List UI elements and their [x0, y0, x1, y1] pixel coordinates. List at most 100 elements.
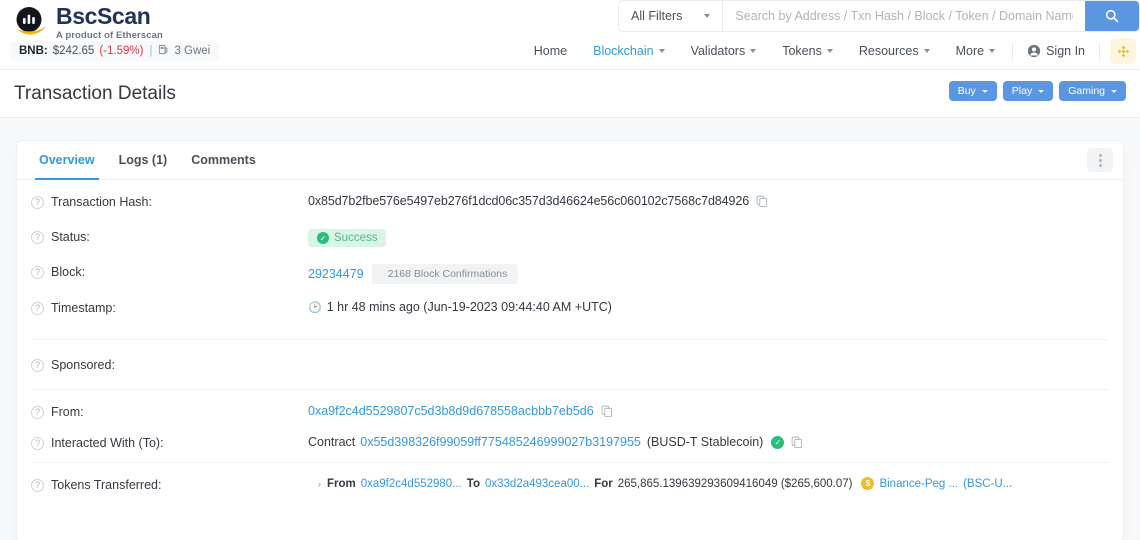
from-address-link[interactable]: 0xa9f2c4d5529807c5d3b8d9d678558acbbb7eb5… — [308, 404, 594, 418]
block-number-link[interactable]: 29234479 — [308, 267, 364, 281]
copy-icon[interactable] — [791, 436, 803, 448]
expand-arrow-icon[interactable]: › — [318, 479, 321, 489]
chevron-down-icon — [924, 49, 930, 53]
nav-item-blockchain[interactable]: Blockchain — [580, 38, 677, 64]
label-from: ? From: — [31, 404, 308, 419]
page-title: Transaction Details — [14, 83, 176, 105]
tab-overview[interactable]: Overview — [27, 141, 107, 179]
label-status: ? Status: — [31, 229, 308, 244]
search-input[interactable] — [723, 1, 1085, 31]
help-icon[interactable]: ? — [31, 437, 44, 450]
gaming-label: Gaming — [1068, 85, 1105, 97]
title-action-buttons: Buy Play Gaming — [949, 81, 1126, 101]
help-icon[interactable]: ? — [31, 479, 44, 492]
value-timestamp: 🕑 1 hr 48 mins ago (Jun-19-2023 09:44:40… — [308, 300, 612, 314]
label-text: Timestamp: — [51, 301, 116, 315]
sign-in-label: Sign In — [1046, 44, 1085, 58]
label-text: Status: — [51, 230, 90, 244]
nav-item-home[interactable]: Home — [521, 38, 580, 64]
label-text: From: — [51, 405, 84, 419]
play-button[interactable]: Play — [1003, 81, 1053, 101]
chevron-down-icon — [659, 49, 665, 53]
top-header: BscScan A product of Etherscan BNB: $242… — [0, 0, 1140, 70]
nav-item-tokens[interactable]: Tokens — [769, 38, 846, 64]
sign-in-button[interactable]: Sign In — [1017, 38, 1095, 64]
value-status: ✓ Success — [308, 229, 386, 247]
copy-icon[interactable] — [601, 405, 613, 417]
token-to-address-link[interactable]: 0x33d2a493cea00... — [485, 478, 589, 490]
token-transfer-line: › From 0xa9f2c4d552980... To 0x33d2a493c… — [318, 477, 1012, 490]
chevron-down-icon — [827, 49, 833, 53]
verified-check-icon: ✓ — [771, 436, 784, 449]
kebab-menu-icon[interactable] — [1087, 148, 1113, 172]
label-text: Interacted With (To): — [51, 436, 164, 450]
search-icon — [1105, 9, 1119, 23]
network-switcher-button[interactable] — [1110, 38, 1136, 64]
kebab-dot — [1099, 164, 1102, 167]
label-text: Tokens Transferred: — [51, 478, 161, 492]
row-interacted-with: ? Interacted With (To): Contract 0x55d39… — [31, 427, 1109, 462]
help-icon[interactable]: ? — [31, 266, 44, 279]
label-sponsored: ? Sponsored: — [31, 357, 308, 372]
check-circle-icon: ✓ — [317, 232, 329, 244]
price-value: $242.65 — [53, 45, 95, 57]
help-icon[interactable]: ? — [31, 406, 44, 419]
row-from: ? From: 0xa9f2c4d5529807c5d3b8d9d678558a… — [31, 389, 1109, 427]
gas-icon — [158, 44, 169, 58]
transaction-hash-value: 0x85d7b2fbe576e5497eb276f1dcd06c357d3d46… — [308, 194, 749, 208]
chevron-down-icon — [982, 90, 988, 93]
contract-token-name: (BUSD-T Stablecoin) — [647, 435, 763, 449]
play-label: Play — [1012, 85, 1032, 97]
main-navigation: Home Blockchain Validators Tokens Resour… — [521, 38, 1136, 64]
chevron-down-icon — [1038, 90, 1044, 93]
row-transaction-hash: ? Transaction Hash: 0x85d7b2fbe576e5497e… — [31, 186, 1109, 221]
nav-item-validators[interactable]: Validators — [678, 38, 770, 64]
nav-label: Tokens — [782, 44, 822, 58]
chevron-down-icon — [1111, 90, 1117, 93]
buy-button[interactable]: Buy — [949, 81, 997, 101]
search-filter-dropdown[interactable]: All Filters — [619, 1, 723, 31]
help-icon[interactable]: ? — [31, 302, 44, 315]
search-button[interactable] — [1085, 1, 1139, 31]
value-interacted-with: Contract 0x55d398326f99059ff775485246999… — [308, 435, 803, 449]
row-sponsored: ? Sponsored: — [31, 339, 1109, 389]
label-text: Block: — [51, 265, 85, 279]
brand-name: BscScan — [56, 4, 163, 29]
gaming-button[interactable]: Gaming — [1059, 81, 1126, 101]
bscscan-logo-icon — [14, 6, 48, 40]
contract-address-link[interactable]: 0x55d398326f99059ff775485246999027b31979… — [360, 435, 641, 449]
value-tokens-transferred: › From 0xa9f2c4d552980... To 0x33d2a493c… — [318, 477, 1012, 490]
token-symbol-link[interactable]: (BSC-U... — [963, 478, 1012, 490]
help-icon[interactable]: ? — [31, 231, 44, 244]
brand-logo-link[interactable]: BscScan A product of Etherscan — [14, 4, 163, 41]
tab-label: Comments — [191, 153, 256, 167]
tab-comments[interactable]: Comments — [179, 141, 268, 179]
label-transaction-hash: ? Transaction Hash: — [31, 194, 308, 209]
search-filter-label: All Filters — [631, 9, 682, 23]
copy-icon[interactable] — [756, 195, 768, 207]
gas-price: 3 Gwei — [174, 45, 210, 57]
tab-label: Overview — [39, 153, 95, 167]
nav-label: Resources — [859, 44, 919, 58]
nav-item-more[interactable]: More — [943, 38, 1008, 64]
tab-label: Logs (1) — [119, 153, 168, 167]
status-text: Success — [334, 232, 377, 244]
nav-divider — [1099, 42, 1100, 60]
token-to-key: To — [467, 478, 480, 490]
label-tokens-transferred: ? Tokens Transferred: — [31, 477, 308, 492]
buy-label: Buy — [958, 85, 976, 97]
token-from-address-link[interactable]: 0xa9f2c4d552980... — [361, 478, 462, 490]
price-label: BNB: — [19, 45, 48, 57]
page-title-bar: Transaction Details Buy Play Gaming — [0, 70, 1140, 118]
card-body: ? Transaction Hash: 0x85d7b2fbe576e5497e… — [17, 180, 1123, 500]
help-icon[interactable]: ? — [31, 196, 44, 209]
token-name-link[interactable]: Binance-Peg ... — [879, 478, 958, 490]
help-icon[interactable]: ? — [31, 359, 44, 372]
nav-item-resources[interactable]: Resources — [846, 38, 943, 64]
value-from: 0xa9f2c4d5529807c5d3b8d9d678558acbbb7eb5… — [308, 404, 613, 418]
ticker-separator: | — [149, 45, 152, 57]
value-transaction-hash: 0x85d7b2fbe576e5497eb276f1dcd06c357d3d46… — [308, 194, 768, 208]
nav-divider — [1012, 42, 1013, 60]
value-block: 29234479 2168 Block Confirmations — [308, 264, 518, 284]
tab-logs[interactable]: Logs (1) — [107, 141, 180, 179]
